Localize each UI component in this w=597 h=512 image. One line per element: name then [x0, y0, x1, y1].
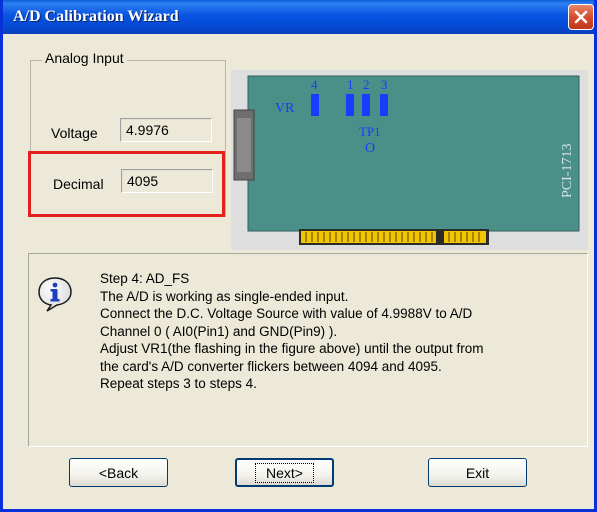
- vr1-number: 1: [347, 77, 354, 92]
- vr3-number: 3: [381, 77, 388, 92]
- vr-label: VR: [275, 101, 295, 116]
- tp1-marker: O: [365, 141, 375, 156]
- edge-connector-right: [444, 231, 486, 243]
- step-line: Repeat steps 3 to steps 4.: [100, 376, 257, 391]
- pci-card-figure: VR 4 1 2 3 TP1 O PCI-1713: [231, 70, 588, 250]
- exit-button-label: Exit: [465, 464, 490, 481]
- edge-connector-left: [301, 231, 436, 243]
- exit-button[interactable]: Exit: [428, 458, 527, 487]
- back-button[interactable]: <Back: [69, 458, 168, 487]
- vr1-block: [346, 94, 354, 116]
- close-icon: [574, 10, 588, 24]
- card-board: [247, 75, 580, 232]
- step-line: the card's A/D converter flickers betwee…: [100, 358, 442, 374]
- window-title: A/D Calibration Wizard: [13, 8, 179, 25]
- back-button-label: <Back: [98, 464, 139, 481]
- step-line: Connect the D.C. Voltage Source with val…: [100, 306, 473, 321]
- vr4-number: 4: [311, 77, 318, 92]
- vr3-block: [380, 94, 388, 116]
- close-button[interactable]: [568, 4, 594, 30]
- step-instructions: Step 4: AD_FS The A/D is working as sing…: [100, 270, 578, 393]
- card-model-label: PCI-1713: [560, 144, 575, 198]
- next-button-label: Next>: [255, 462, 314, 483]
- info-icon: [38, 277, 72, 312]
- vr2-number: 2: [363, 77, 370, 92]
- step-line: The A/D is working as single-ended input…: [100, 288, 349, 304]
- step-line: Adjust VR1(the flashing in the figure ab…: [100, 341, 484, 356]
- decimal-highlight-box: [28, 151, 225, 217]
- tp1-label: TP1: [359, 124, 381, 139]
- vr4-block: [311, 94, 319, 116]
- voltage-label: Voltage: [51, 125, 98, 141]
- voltage-value-field: 4.9976: [120, 118, 212, 142]
- wizard-window: A/D Calibration Wizard Analog Input Volt…: [0, 0, 597, 512]
- next-button[interactable]: Next>: [235, 458, 334, 487]
- title-bar[interactable]: A/D Calibration Wizard: [3, 0, 594, 34]
- step-title: Step 4: AD_FS: [100, 271, 190, 286]
- step-line: Channel 0 ( AI0(Pin1) and GND(Pin9) ).: [100, 323, 338, 339]
- vr2-block: [362, 94, 370, 116]
- analog-input-label: Analog Input: [42, 50, 127, 66]
